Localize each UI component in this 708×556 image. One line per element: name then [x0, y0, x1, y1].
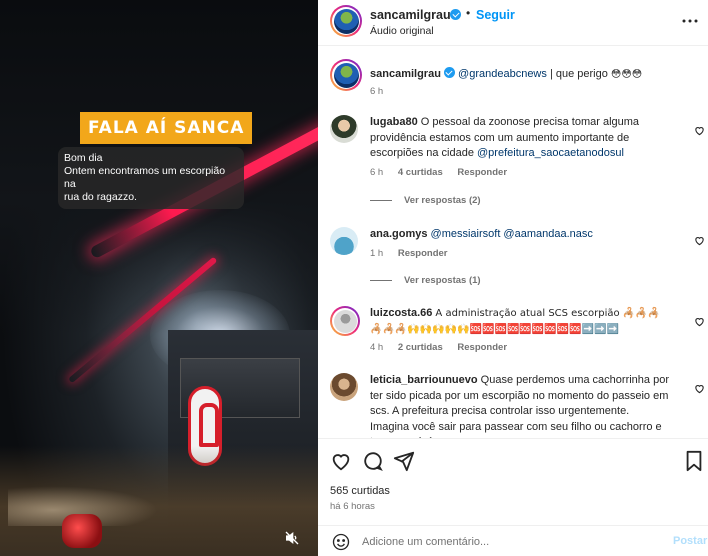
- comment-username[interactable]: ana.gomys: [370, 228, 427, 240]
- comment-time[interactable]: 4 h: [370, 342, 383, 353]
- comment-text: ana.gomys @messiairsoft @aamandaa.nasc: [370, 227, 670, 243]
- author-avatar[interactable]: [330, 59, 362, 91]
- post-actions: 565 curtidas há 6 horas Postar: [318, 438, 708, 556]
- post-comment-button[interactable]: Postar: [673, 535, 707, 547]
- caption-line: Bom dia: [64, 152, 103, 164]
- follow-button[interactable]: Seguir: [476, 8, 515, 22]
- comment-mention[interactable]: @messiairsoft @aamandaa.nasc: [431, 228, 593, 240]
- caption-text: sancamilgrau @grandeabcnews | que perigo…: [370, 67, 670, 83]
- view-replies-button[interactable]: Ver respostas (2): [370, 195, 481, 206]
- save-bookmark-icon[interactable]: [684, 450, 706, 472]
- audio-label[interactable]: Áudio original: [370, 25, 434, 37]
- likes-count[interactable]: 565 curtidas: [330, 485, 390, 497]
- reply-button[interactable]: Responder: [457, 167, 507, 178]
- commenter-avatar[interactable]: [330, 306, 360, 336]
- like-comment-heart-icon[interactable]: [694, 233, 705, 246]
- share-paper-plane-icon[interactable]: [393, 450, 415, 472]
- caption-body: | que perigo: [546, 68, 611, 80]
- video-title-tag: FALA AÍ SANCA: [80, 112, 253, 144]
- author-username[interactable]: sancamilgrau: [370, 8, 451, 22]
- add-comment-input[interactable]: [362, 532, 652, 552]
- verified-badge-icon: [450, 9, 461, 20]
- caption-emojis: 😳😳😳: [610, 69, 643, 80]
- more-options-icon[interactable]: [682, 13, 698, 29]
- comment-text: lugaba80 O pessoal da zoonose precisa to…: [370, 115, 670, 162]
- post-time-ago[interactable]: há 6 horas: [330, 501, 375, 512]
- post-header: sancamilgrau • Seguir Áudio original: [318, 0, 708, 46]
- comment-meta: 4 h 2 curtidas Responder: [370, 342, 519, 353]
- commenter-avatar[interactable]: [330, 373, 358, 401]
- mute-icon[interactable]: [284, 530, 304, 550]
- comment-text: luizcosta.66 A administração atual SCS e…: [370, 306, 670, 337]
- caption-line: Ontem encontramos um escorpião na: [64, 165, 226, 190]
- comment-username[interactable]: luizcosta.66: [370, 307, 432, 319]
- comment-bubble-icon[interactable]: [362, 450, 384, 472]
- comment-mention[interactable]: @prefeitura_saocaetanodosul: [477, 147, 624, 159]
- like-heart-icon[interactable]: [330, 450, 352, 472]
- comment-meta: 1 h Responder: [370, 248, 459, 259]
- comment-time[interactable]: 1 h: [370, 248, 383, 259]
- reply-button[interactable]: Responder: [398, 248, 448, 259]
- author-avatar[interactable]: [330, 5, 362, 37]
- comment-time[interactable]: 6 h: [370, 167, 383, 178]
- caption-meta: 6 h: [370, 86, 395, 97]
- comment-likes[interactable]: 4 curtidas: [398, 167, 443, 178]
- commenter-avatar[interactable]: [330, 115, 358, 143]
- verified-badge-icon: [443, 67, 455, 78]
- comment-likes[interactable]: 2 curtidas: [398, 342, 443, 353]
- caption-line: rua do ragazzo.: [64, 191, 137, 203]
- separator-dot: •: [466, 6, 471, 20]
- emoji-smiley-icon[interactable]: [332, 533, 350, 551]
- view-replies-button[interactable]: Ver respostas (1): [370, 275, 481, 286]
- caption-mention[interactable]: @grandeabcnews: [458, 68, 547, 80]
- comment-username[interactable]: lugaba80: [370, 116, 418, 128]
- comment-text: leticia_barriounuevo Quase perdemos uma …: [370, 373, 670, 438]
- add-comment-row: Postar: [318, 525, 708, 556]
- like-comment-heart-icon[interactable]: [694, 314, 705, 327]
- caption-time[interactable]: 6 h: [370, 86, 383, 97]
- commenter-avatar[interactable]: [330, 227, 358, 255]
- reel-video[interactable]: FALA AÍ SANCA Bom dia Ontem encontramos …: [0, 0, 318, 556]
- comment-username[interactable]: leticia_barriounuevo: [370, 374, 478, 386]
- like-comment-heart-icon[interactable]: [694, 381, 705, 394]
- like-comment-heart-icon[interactable]: [694, 123, 705, 136]
- motorcycle-helmet: [62, 514, 102, 548]
- caption-username[interactable]: sancamilgrau: [370, 68, 441, 80]
- post-panel: sancamilgrau • Seguir Áudio original san…: [318, 0, 708, 556]
- video-caption-box: Bom dia Ontem encontramos um escorpião n…: [58, 147, 244, 209]
- reply-button[interactable]: Responder: [457, 342, 507, 353]
- comment-meta: 6 h 4 curtidas Responder: [370, 167, 519, 178]
- comments-list[interactable]: sancamilgrau @grandeabcnews | que perigo…: [318, 47, 708, 438]
